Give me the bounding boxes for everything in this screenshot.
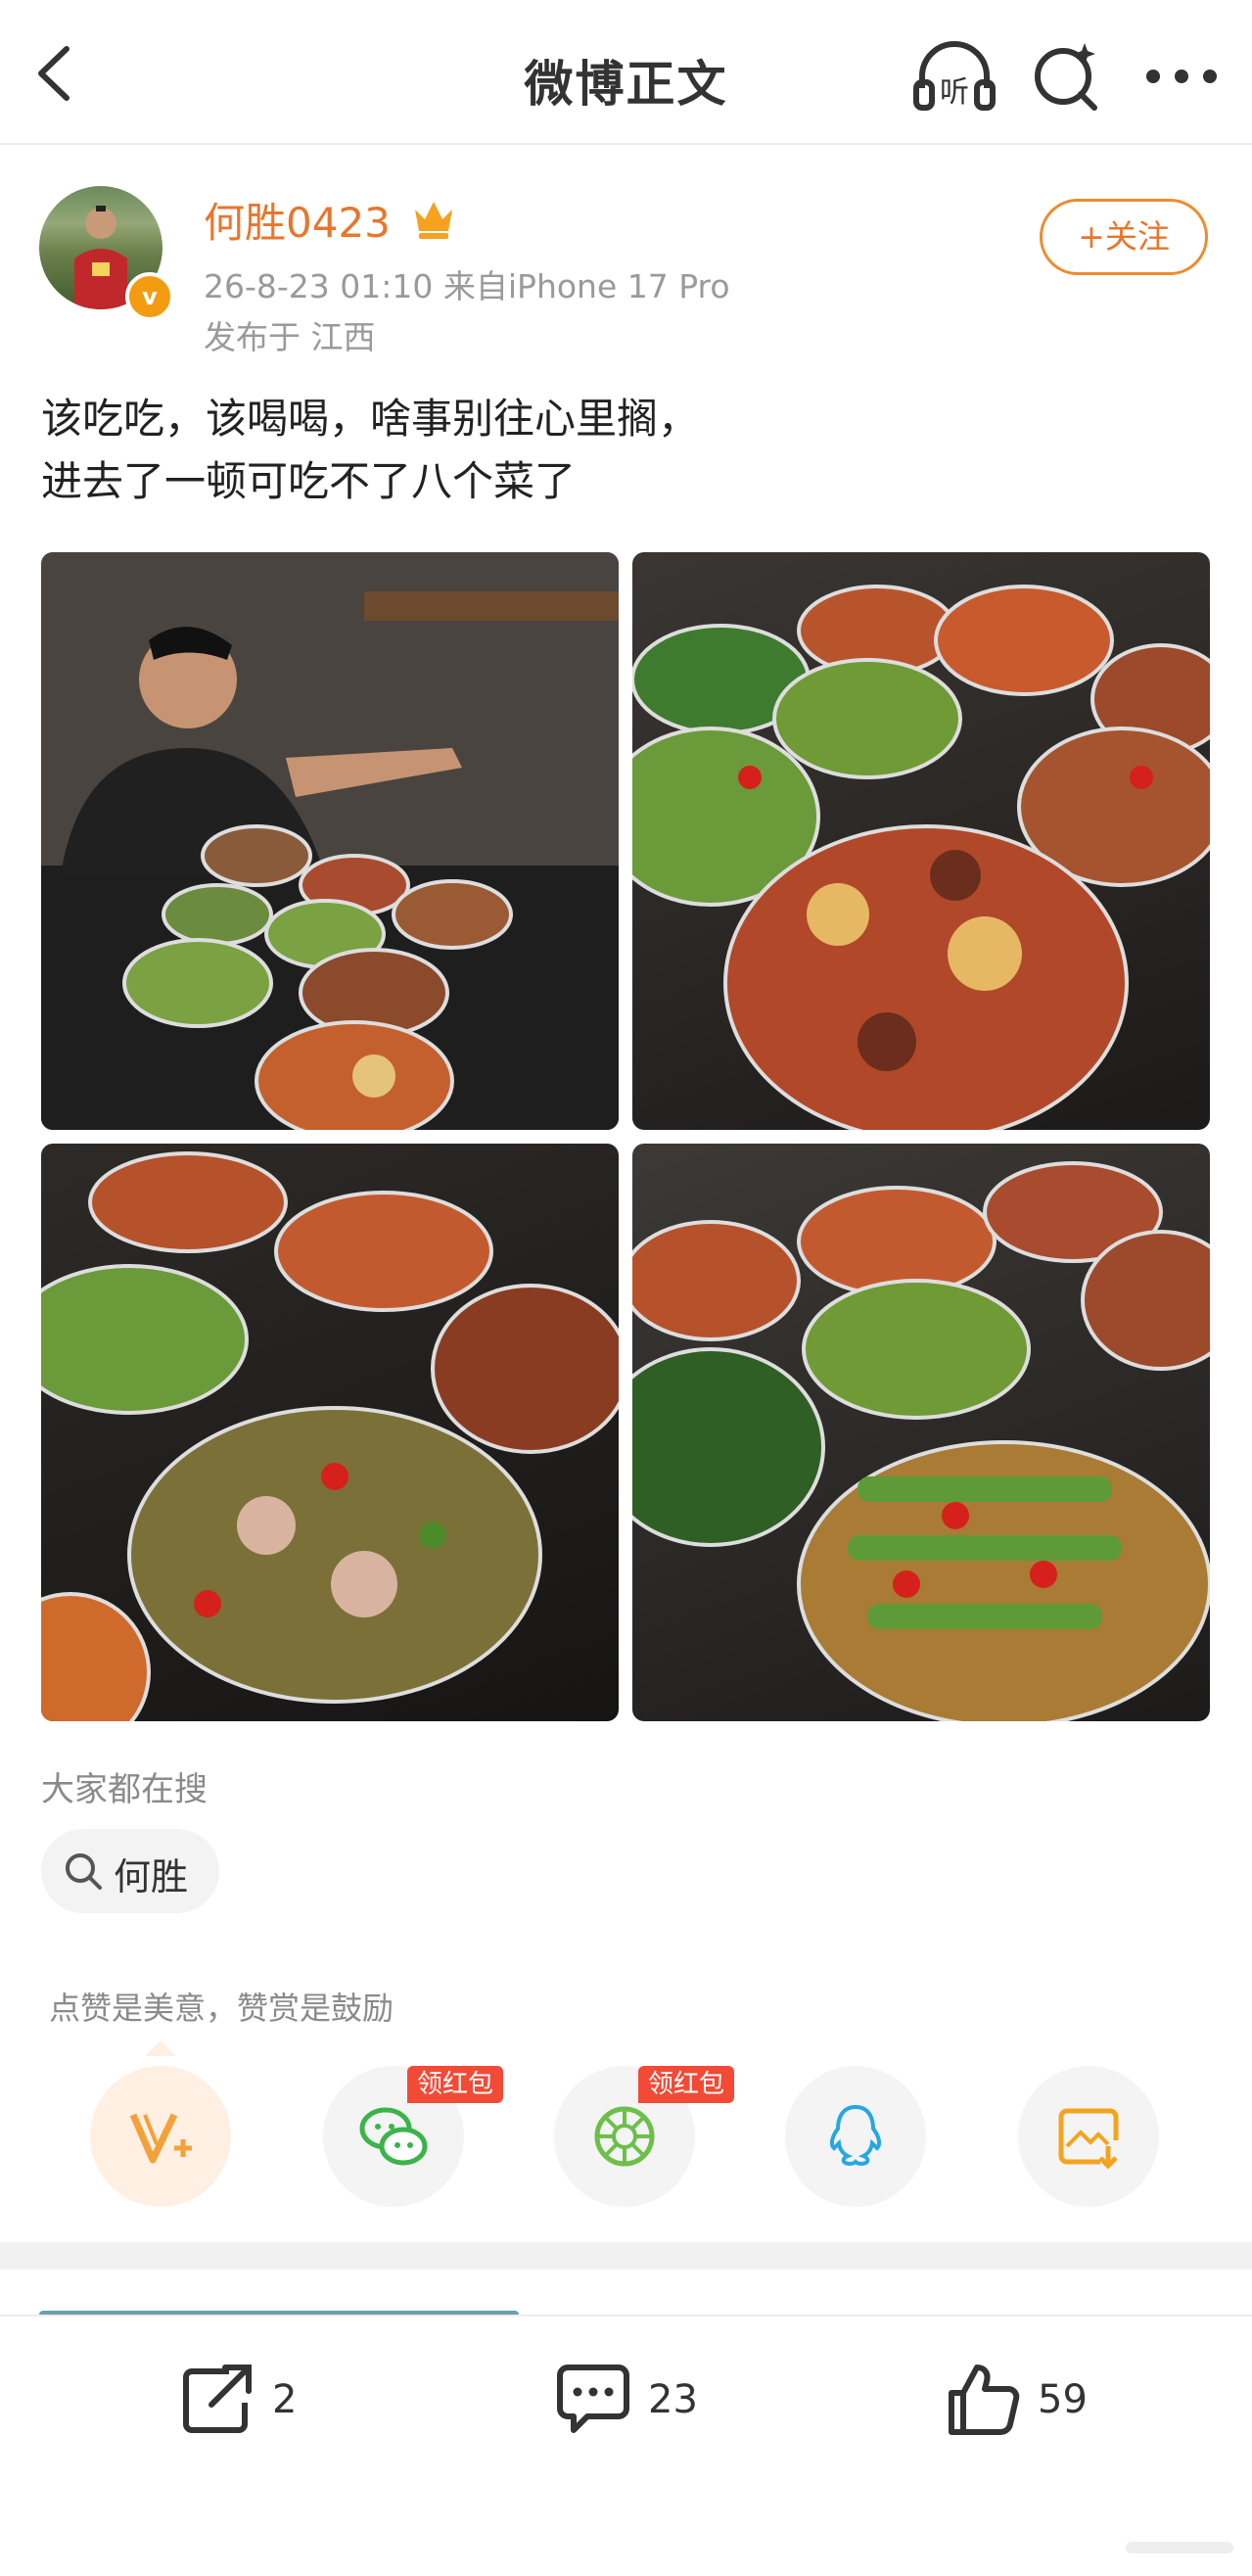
- post-photo-3[interactable]: [41, 1144, 619, 1721]
- post-location: 发布于 江西: [204, 318, 376, 356]
- reward-button[interactable]: [90, 2066, 231, 2207]
- comment-count: 23: [648, 2377, 698, 2422]
- post-photo-1[interactable]: [41, 552, 619, 1130]
- wechat-icon: [359, 2107, 428, 2166]
- search-icon: [66, 1853, 102, 1890]
- trending-chip-text: 何胜: [114, 1855, 189, 1898]
- qq-icon: [829, 2104, 882, 2167]
- post-photo-4[interactable]: [632, 1144, 1210, 1721]
- red-packet-badge: 领红包: [638, 2066, 735, 2103]
- listen-icon[interactable]: 听: [910, 37, 998, 116]
- post-text: 该吃吃，该喝喝，啥事别往心里搁， 进去了一顿可吃不了八个菜了: [41, 388, 1216, 513]
- photo-pork-pepper-closeup: [41, 1151, 619, 1721]
- trending-search-chip[interactable]: 何胜: [41, 1829, 219, 1913]
- moments-icon: [594, 2106, 655, 2167]
- home-indicator: [1126, 2542, 1233, 2553]
- repost-count: 2: [272, 2377, 298, 2422]
- section-divider: [0, 2242, 1252, 2270]
- post-text-line: 该吃吃，该喝喝，啥事别往心里搁，: [41, 395, 700, 443]
- red-packet-badge: 领红包: [407, 2066, 504, 2103]
- like-count: 59: [1038, 2377, 1088, 2422]
- photo-vegetable-dishes: [632, 1161, 1210, 1721]
- avatar-person-image: [74, 206, 127, 309]
- save-image-icon: [1058, 2108, 1119, 2170]
- listen-label: 听: [940, 75, 969, 110]
- verified-badge: v: [125, 272, 174, 321]
- repost-icon: [183, 2365, 252, 2433]
- like-icon: [949, 2365, 1020, 2435]
- post-photo-2[interactable]: [632, 552, 1210, 1130]
- top-nav-bar: 微博正文 听: [0, 0, 1252, 145]
- save-image-button[interactable]: [1018, 2066, 1159, 2207]
- follow-button[interactable]: +关注: [1040, 199, 1208, 275]
- crown-icon: [415, 202, 452, 239]
- trending-label: 大家都在搜: [41, 1770, 208, 1809]
- post-text-line: 进去了一顿可吃不了八个菜了: [41, 457, 577, 505]
- bottom-action-bar: [0, 2315, 1252, 2576]
- search-ai-icon[interactable]: [1030, 37, 1104, 116]
- share-qq-button[interactable]: [785, 2066, 926, 2207]
- photo-beef-stew-closeup: [632, 585, 1210, 1130]
- username[interactable]: 何胜0423: [204, 190, 391, 250]
- weibo-v-plus-icon: [129, 2113, 192, 2164]
- photo-man-with-dishes: [41, 552, 619, 1130]
- post-time-source: 26-8-23 01:10 来自iPhone 17 Pro: [204, 267, 730, 305]
- more-icon[interactable]: [1137, 37, 1226, 116]
- reward-pointer: [145, 2040, 176, 2056]
- comment-icon: [557, 2365, 629, 2433]
- reward-note: 点赞是美意，赞赏是鼓励: [49, 1990, 394, 2027]
